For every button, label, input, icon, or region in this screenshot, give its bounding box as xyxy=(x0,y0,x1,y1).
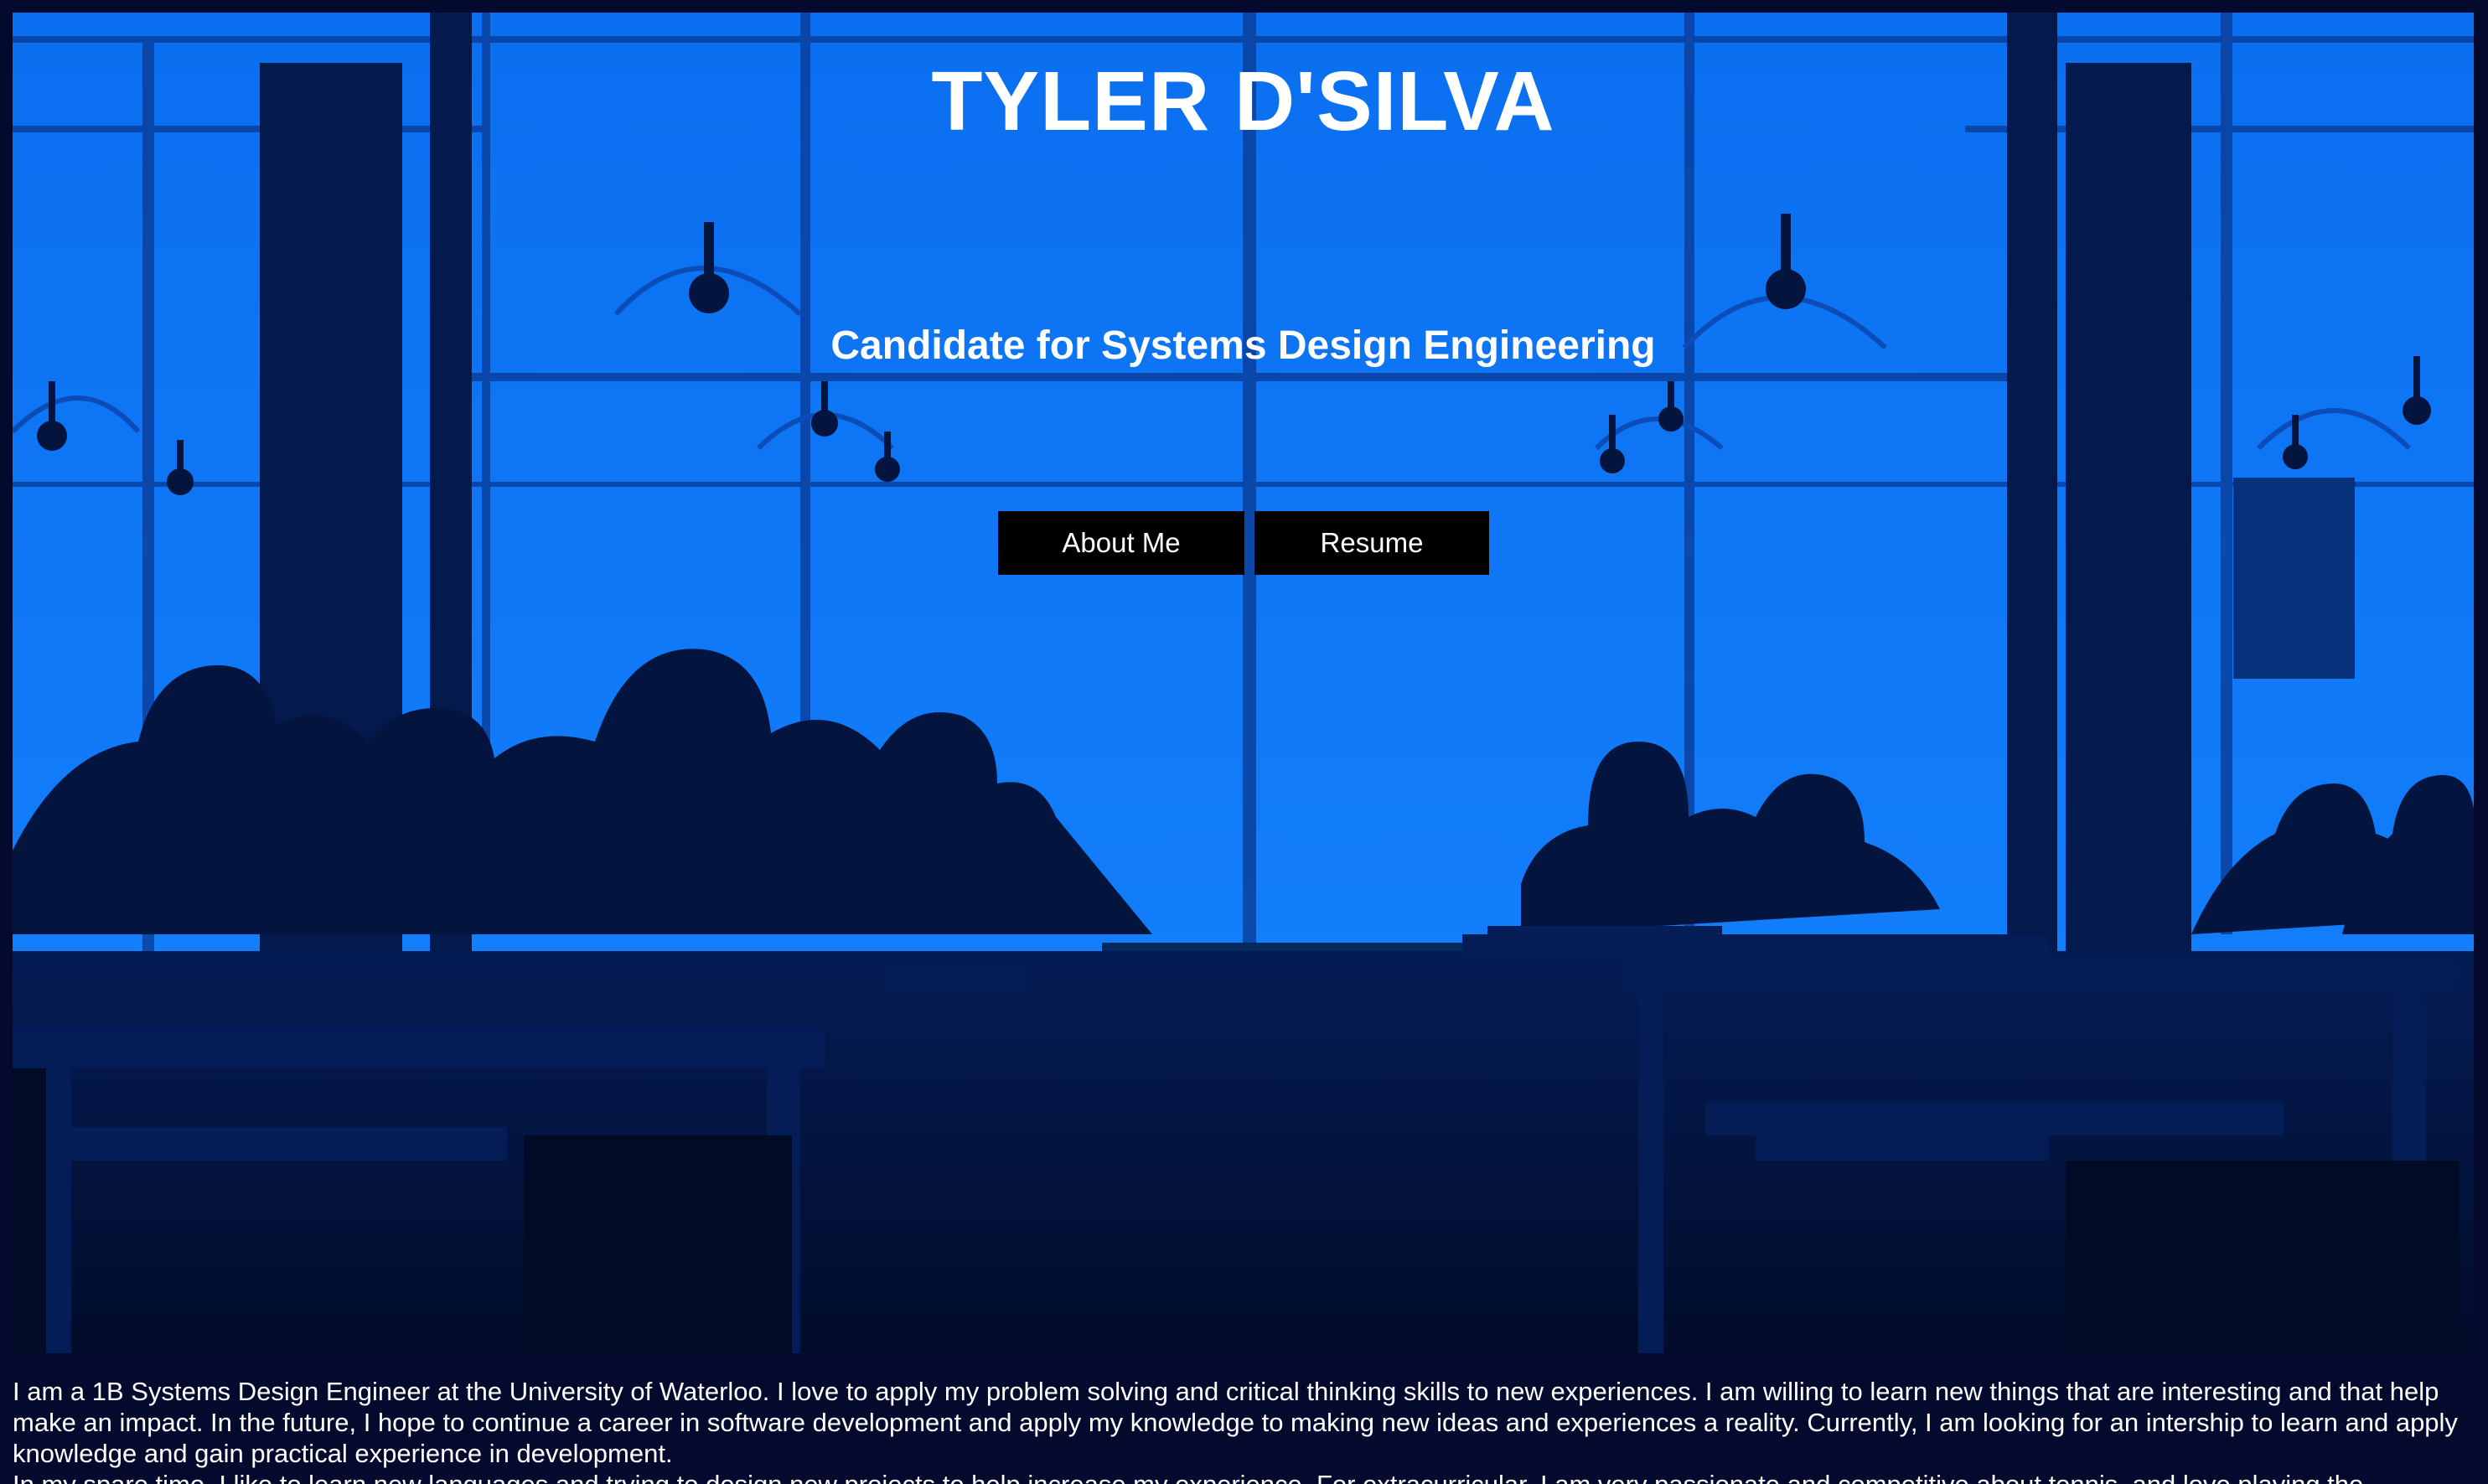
resume-button[interactable]: Resume xyxy=(1254,511,1489,575)
page-title: TYLER D'SILVA xyxy=(931,54,1555,148)
bio-paragraph-1: I am a 1B Systems Design Engineer at the… xyxy=(13,1377,2458,1468)
page-subtitle: Candidate for Systems Design Engineering xyxy=(830,323,1656,368)
bio-paragraph-2: In my spare time, I like to learn new la… xyxy=(13,1469,2468,1484)
hero-background-image xyxy=(13,13,2474,1353)
bio-section: I am a 1B Systems Design Engineer at the… xyxy=(13,1376,2468,1484)
about-me-button[interactable]: About Me xyxy=(998,511,1244,575)
hero-section: TYLER D'SILVA Candidate for Systems Desi… xyxy=(13,13,2474,1353)
nav-buttons: About Me Resume xyxy=(998,511,1489,575)
